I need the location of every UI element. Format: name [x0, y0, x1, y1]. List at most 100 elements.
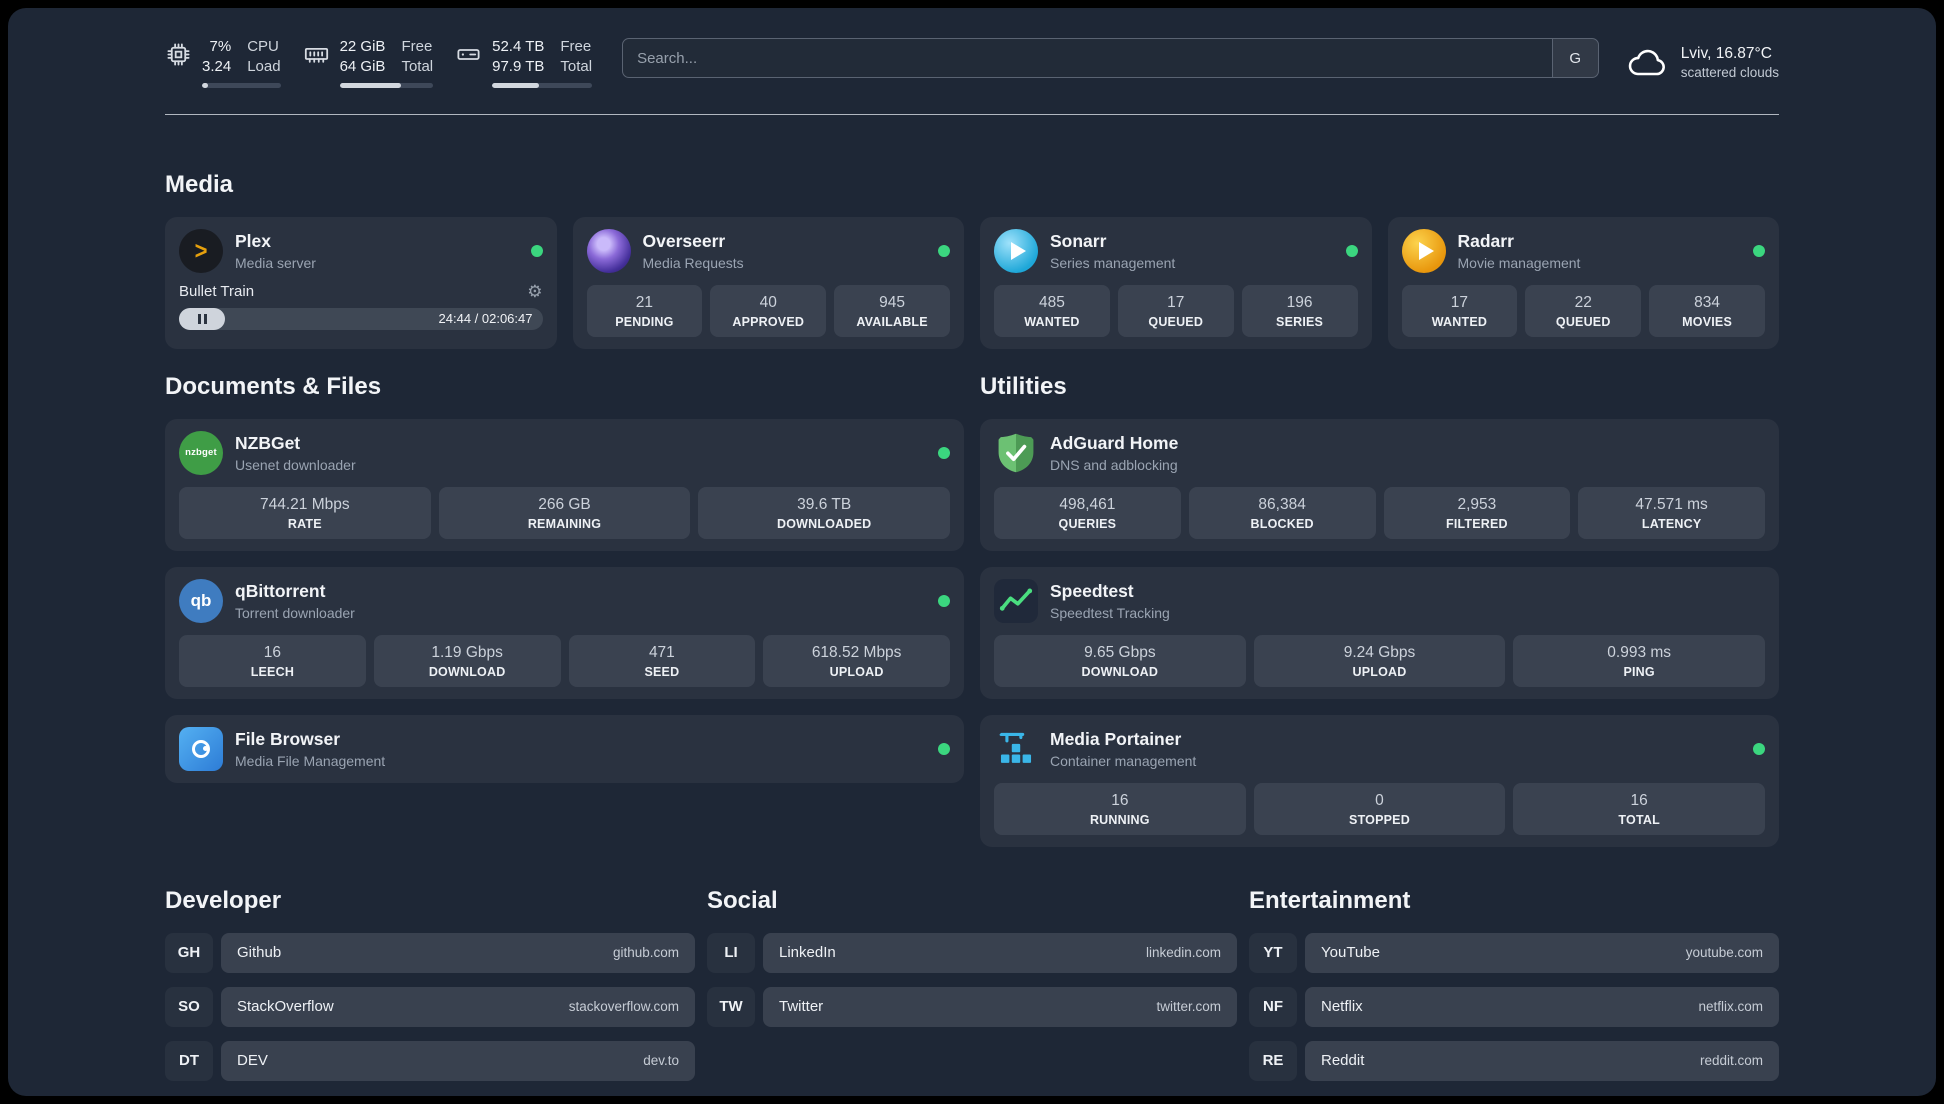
media-card-grid: > Plex Media server Bullet Train ⚙ 24:44… — [165, 216, 1779, 349]
stat-label: AVAILABLE — [856, 314, 928, 329]
stat-value: 945 — [879, 293, 906, 311]
status-dot — [1753, 244, 1765, 257]
app-subtitle: Media File Management — [235, 752, 386, 769]
stat-label: LEECH — [250, 664, 295, 679]
app-subtitle: Media Requests — [642, 254, 744, 271]
app-subtitle: Usenet downloader — [235, 456, 356, 473]
ram-usage-bar — [339, 82, 434, 88]
bookmark-abbr: TW — [707, 986, 755, 1027]
app-card-qbittorrent[interactable]: qb qBittorrent Torrent downloader 16 LEE… — [165, 566, 964, 699]
disk-free-label: Free — [560, 38, 592, 55]
search-input[interactable] — [623, 39, 1552, 77]
stat-value: 196 — [1286, 293, 1313, 311]
bookmarks-developer: Developer GH Github github.com SO StackO… — [165, 887, 695, 1081]
stat-tile: 86,384 BLOCKED — [1188, 486, 1376, 539]
filebrowser-icon — [179, 726, 223, 771]
ram-free-label: Free — [401, 38, 433, 55]
status-dot — [938, 594, 950, 607]
weather-widget: Lviv, 16.87°C scattered clouds — [1625, 41, 1779, 85]
app-card-filebrowser[interactable]: File Browser Media File Management — [165, 714, 964, 783]
ram-widget: 22 GiB Free 64 GiB Total — [303, 38, 434, 88]
cpu-icon — [167, 43, 190, 66]
bookmark-linkedin[interactable]: LI LinkedIn linkedin.com — [707, 932, 1237, 973]
stat-tile: 47.571 ms LATENCY — [1578, 486, 1765, 539]
bookmark-abbr: GH — [165, 932, 213, 973]
bookmark-youtube[interactable]: YT YouTube youtube.com — [1249, 932, 1779, 973]
pause-button[interactable] — [179, 307, 225, 330]
stat-label: DOWNLOADED — [776, 516, 872, 531]
app-card-adguard[interactable]: AdGuard Home DNS and adblocking 498,461 … — [980, 418, 1779, 551]
stat-value: 21 — [635, 293, 654, 311]
stat-value: 17 — [1450, 293, 1469, 311]
stat-label: TOTAL — [1618, 812, 1660, 827]
search-engine-button[interactable]: G — [1551, 39, 1598, 77]
dashboard: 7% CPU 3.24 Load 22 GiB Free 64 GiB Tota… — [8, 8, 1936, 1096]
stat-value: 0 — [1375, 791, 1384, 809]
bookmark-name: Netflix — [1321, 998, 1363, 1015]
disk-usage-bar — [492, 82, 593, 88]
cpu-load-label: Load — [247, 57, 281, 75]
bookmark-stackoverflow[interactable]: SO StackOverflow stackoverflow.com — [165, 986, 695, 1027]
cpu-usage-label: CPU — [247, 38, 279, 55]
section-title-documents: Documents & Files — [165, 372, 382, 400]
app-name: Plex — [235, 230, 271, 251]
system-metrics: 7% CPU 3.24 Load 22 GiB Free 64 GiB Tota… — [165, 38, 593, 88]
bookmark-github[interactable]: GH Github github.com — [165, 932, 695, 973]
stat-value: 618.52 Mbps — [811, 643, 902, 661]
stat-tile: 22 QUEUED — [1525, 284, 1642, 337]
seek-bar[interactable]: 24:44 / 02:06:47 — [179, 307, 543, 330]
plex-icon: > — [179, 228, 223, 273]
bookmark-twitter[interactable]: TW Twitter twitter.com — [707, 986, 1237, 1027]
ram-free-value: 22 GiB — [339, 38, 386, 55]
app-card-sonarr[interactable]: Sonarr Series management 485 WANTED 17 Q… — [980, 216, 1372, 349]
stat-value: 9.65 Gbps — [1084, 643, 1156, 661]
app-card-nzbget[interactable]: nzbget NZBGet Usenet downloader 744.21 M… — [165, 418, 964, 551]
app-card-speedtest[interactable]: Speedtest Speedtest Tracking 9.65 Gbps D… — [980, 566, 1779, 699]
stat-value: 16 — [1111, 791, 1129, 809]
stats-row: 485 WANTED 17 QUEUED 196 SERIES — [994, 284, 1358, 337]
app-name: Radarr — [1457, 230, 1514, 251]
adguard-icon — [994, 431, 1038, 475]
stat-label: WANTED — [1024, 314, 1080, 329]
bookmark-url: youtube.com — [1685, 945, 1763, 960]
status-dot — [938, 742, 950, 755]
stat-tile: 17 WANTED — [1401, 284, 1518, 337]
stat-value: 22 — [1574, 293, 1592, 311]
app-name: qBittorrent — [235, 580, 326, 601]
cpu-widget: 7% CPU 3.24 Load — [165, 38, 281, 88]
stat-value: 498,461 — [1059, 495, 1116, 513]
bookmark-dev[interactable]: DT DEV dev.to — [165, 1040, 695, 1081]
bookmark-reddit[interactable]: RE Reddit reddit.com — [1249, 1040, 1779, 1081]
app-name: File Browser — [235, 728, 341, 749]
stat-value: 17 — [1167, 293, 1185, 311]
app-card-plex[interactable]: > Plex Media server Bullet Train ⚙ 24:44… — [165, 216, 557, 349]
ram-usage-bar-fill — [339, 82, 402, 88]
weather-location: Lviv, 16.87°C — [1680, 45, 1772, 63]
stat-label: QUEUED — [1555, 314, 1611, 329]
app-subtitle: DNS and adblocking — [1050, 456, 1178, 473]
disk-usage-bar-fill — [492, 82, 540, 88]
app-name: Speedtest — [1050, 580, 1134, 601]
gear-icon[interactable]: ⚙ — [527, 283, 542, 300]
stat-label: RUNNING — [1089, 812, 1150, 827]
app-card-portainer[interactable]: Media Portainer Container management 16 … — [980, 714, 1779, 847]
stat-tile: 39.6 TB DOWNLOADED — [698, 486, 950, 539]
stat-value: 744.21 Mbps — [260, 495, 350, 513]
app-card-overseerr[interactable]: Overseerr Media Requests 21 PENDING 40 A… — [572, 216, 964, 349]
bookmark-name: DEV — [237, 1052, 268, 1069]
bookmark-netflix[interactable]: NF Netflix netflix.com — [1249, 986, 1779, 1027]
utilities-column: Utilities AdGuard Home DNS and adblockin… — [980, 373, 1779, 847]
bookmark-abbr: YT — [1249, 932, 1297, 973]
status-dot — [938, 446, 950, 459]
ram-total-value: 64 GiB — [339, 57, 386, 75]
stat-tile: 17 QUEUED — [1117, 284, 1234, 337]
bookmark-url: reddit.com — [1699, 1053, 1763, 1068]
app-subtitle: Movie management — [1457, 254, 1581, 271]
bookmark-name: StackOverflow — [237, 998, 334, 1015]
stats-row: 16 RUNNING 0 STOPPED 16 TOTAL — [994, 782, 1765, 835]
app-card-radarr[interactable]: Radarr Movie management 17 WANTED 22 QUE… — [1387, 216, 1779, 349]
bookmark-name: LinkedIn — [779, 944, 836, 961]
stats-row: 744.21 Mbps RATE 266 GB REMAINING 39.6 T… — [179, 486, 950, 539]
overseerr-icon — [586, 228, 631, 273]
stat-tile: 744.21 Mbps RATE — [179, 486, 431, 539]
